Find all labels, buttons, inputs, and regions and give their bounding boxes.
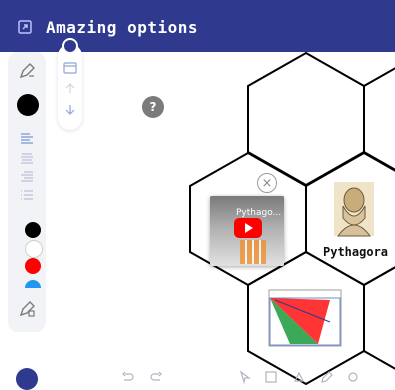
video-embed[interactable]: Pythago... bbox=[210, 196, 284, 266]
bottom-toolbar bbox=[16, 368, 386, 390]
pythagoras-portrait[interactable] bbox=[334, 182, 374, 237]
hex-tile[interactable] bbox=[247, 51, 365, 187]
pen-icon[interactable] bbox=[320, 370, 334, 384]
pointer-icon[interactable] bbox=[238, 370, 252, 384]
geometry-diagram-image[interactable] bbox=[268, 289, 342, 347]
hex-tile[interactable] bbox=[363, 53, 395, 185]
close-video-button[interactable]: × bbox=[257, 173, 277, 193]
tool-icon[interactable] bbox=[346, 370, 360, 384]
play-icon[interactable] bbox=[234, 218, 262, 238]
redo-icon[interactable] bbox=[150, 370, 164, 384]
hex-canvas bbox=[189, 51, 395, 385]
undo-icon[interactable] bbox=[120, 370, 134, 384]
shape-icon[interactable] bbox=[292, 370, 306, 384]
image-icon[interactable] bbox=[264, 370, 278, 384]
video-title: Pythago... bbox=[236, 208, 282, 218]
hex-tile[interactable] bbox=[363, 252, 395, 384]
pythagoras-label: Pythagora bbox=[323, 245, 389, 259]
home-icon[interactable] bbox=[16, 368, 38, 390]
video-grid-graphic bbox=[240, 240, 266, 264]
